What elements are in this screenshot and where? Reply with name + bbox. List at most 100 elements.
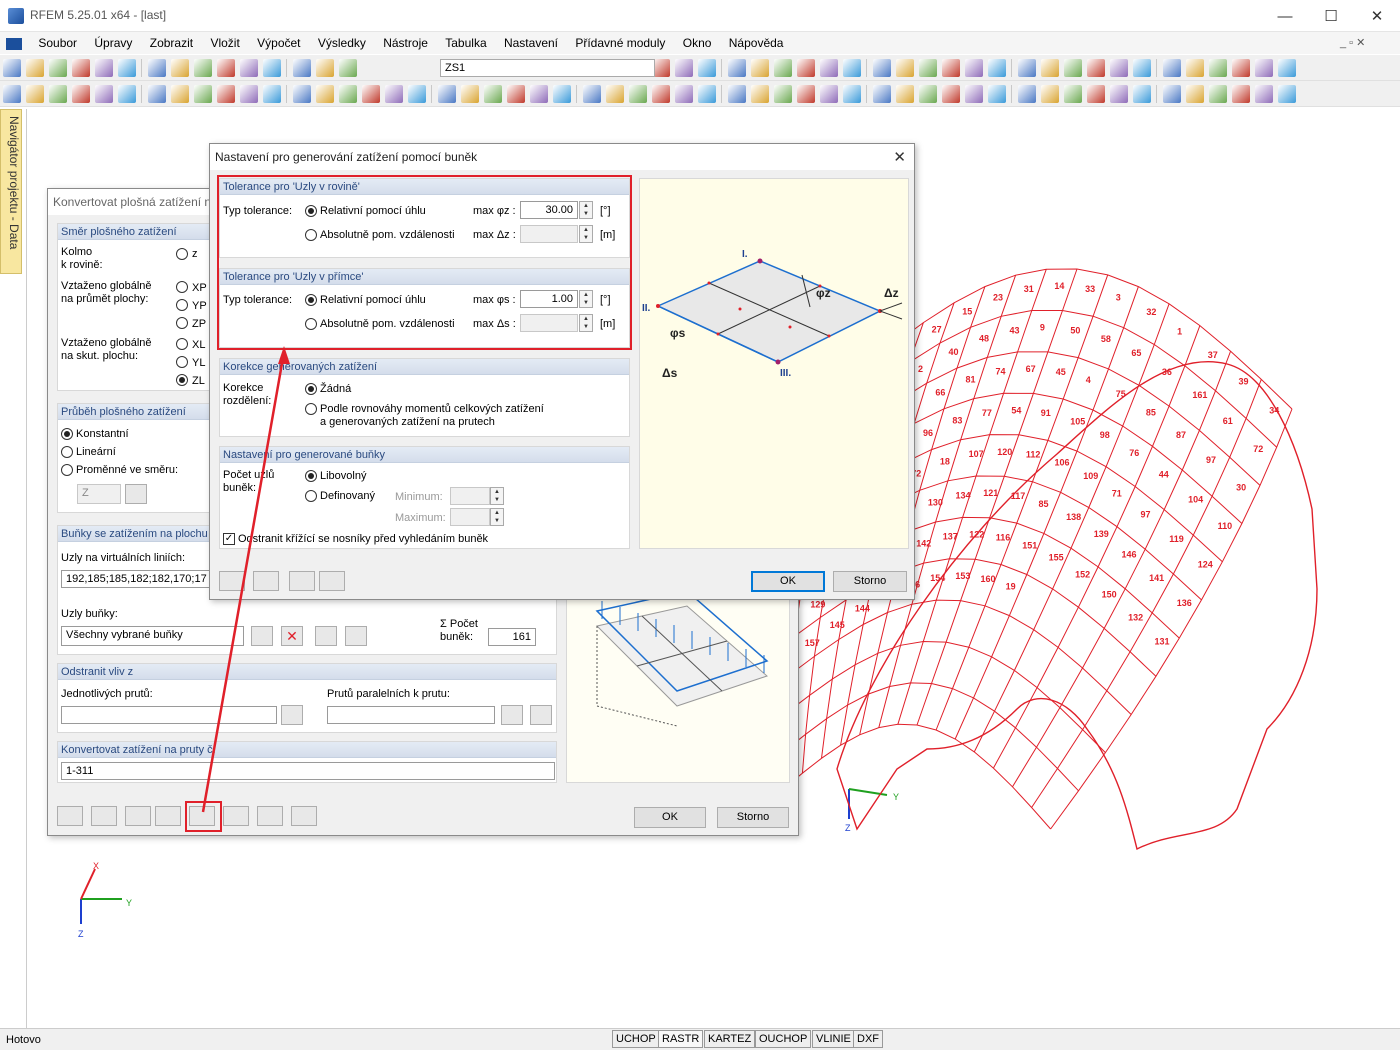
toolbar-button[interactable] — [1133, 85, 1151, 103]
parallel-members-pick-button[interactable] — [501, 705, 523, 725]
radio-nodes-defined[interactable] — [305, 490, 317, 502]
toolbar-button[interactable] — [728, 59, 746, 77]
toolbar-button[interactable] — [1041, 85, 1059, 103]
toolbar-button[interactable] — [652, 85, 670, 103]
min-input[interactable] — [450, 487, 490, 505]
toolbar-button[interactable] — [118, 59, 136, 77]
menu-upravy[interactable]: Úpravy — [87, 32, 139, 54]
save-button[interactable] — [155, 806, 181, 826]
toolbar-button[interactable] — [1018, 59, 1036, 77]
mdi-window-controls[interactable]: _ ▫ ✕ — [1340, 36, 1400, 49]
remove-crossing-checkbox[interactable]: ✓ — [223, 533, 235, 545]
radio-correction-none[interactable] — [305, 383, 317, 395]
toolbar-button[interactable] — [49, 59, 67, 77]
radio-xp[interactable] — [176, 281, 188, 293]
radio-zl[interactable] — [176, 374, 188, 386]
cell-settings-close-icon[interactable]: ✕ — [893, 148, 906, 166]
max-spinner[interactable]: ▲ ▼ — [490, 508, 504, 526]
toolbar-button[interactable] — [49, 85, 67, 103]
toolbar-button[interactable] — [583, 85, 601, 103]
cell-export-button[interactable] — [319, 571, 345, 591]
toolbar-button[interactable] — [965, 85, 983, 103]
menu-soubor[interactable]: Soubor — [31, 32, 84, 54]
toolbar-button[interactable] — [1232, 85, 1250, 103]
toolbar-button[interactable] — [553, 85, 571, 103]
toolbar-button[interactable] — [385, 85, 403, 103]
toolbar-button[interactable] — [1232, 59, 1250, 77]
radio-variable[interactable] — [61, 464, 73, 476]
toolbar-button[interactable] — [263, 59, 281, 77]
toolbar-button[interactable] — [919, 59, 937, 77]
menu-vlozit[interactable]: Vložit — [203, 32, 246, 54]
toolbar-button[interactable] — [240, 85, 258, 103]
toolbar-button[interactable] — [896, 59, 914, 77]
menu-okno[interactable]: Okno — [676, 32, 719, 54]
cell-help-button[interactable] — [219, 571, 245, 591]
toolbar-button[interactable] — [194, 85, 212, 103]
toolbar-button[interactable] — [316, 85, 334, 103]
units-button[interactable] — [91, 806, 117, 826]
toolbar-button[interactable] — [3, 85, 21, 103]
toolbar-button[interactable] — [1087, 85, 1105, 103]
radio-constant[interactable] — [61, 428, 73, 440]
toolbar-button[interactable] — [1110, 85, 1128, 103]
menu-zobrazit[interactable]: Zobrazit — [143, 32, 200, 54]
view-button[interactable] — [257, 806, 283, 826]
toolbar-button[interactable] — [698, 59, 716, 77]
cell-import-button[interactable] — [289, 571, 315, 591]
direction-select[interactable]: Z — [77, 484, 121, 504]
minimize-button[interactable]: — — [1262, 0, 1308, 32]
toolbar-button[interactable] — [843, 59, 861, 77]
toolbar-button[interactable] — [530, 85, 548, 103]
toolbar-button[interactable] — [171, 59, 189, 77]
toolbar-button[interactable] — [171, 85, 189, 103]
toolbar-button[interactable] — [148, 59, 166, 77]
toolbar-button[interactable] — [339, 59, 357, 77]
toolbar-button[interactable] — [942, 59, 960, 77]
toolbar-button[interactable] — [988, 59, 1006, 77]
radio-linear[interactable] — [61, 446, 73, 458]
menu-vysledky[interactable]: Výsledky — [311, 32, 373, 54]
toolbar-button[interactable] — [26, 85, 44, 103]
status-kartez[interactable]: KARTEZ — [704, 1030, 756, 1048]
toolbar-button[interactable] — [194, 59, 212, 77]
toolbar-button[interactable] — [217, 85, 235, 103]
toolbar-button[interactable] — [1186, 85, 1204, 103]
toolbar-button[interactable] — [873, 85, 891, 103]
delete-cells-icon[interactable]: ✕ — [281, 626, 303, 646]
toolbar-button[interactable] — [751, 85, 769, 103]
toolbar-button[interactable] — [1278, 59, 1296, 77]
radio-zp[interactable] — [176, 317, 188, 329]
toolbar-button[interactable] — [316, 59, 334, 77]
radio-yl[interactable] — [176, 356, 188, 368]
toolbar-button[interactable] — [461, 85, 479, 103]
min-spinner[interactable]: ▲ ▼ — [490, 487, 504, 505]
menu-napoveda[interactable]: Nápověda — [722, 32, 791, 54]
convert-members-input[interactable]: 1-311 — [61, 762, 555, 780]
toolbar-button[interactable] — [1255, 85, 1273, 103]
cell-cancel-button[interactable]: Storno — [833, 571, 907, 592]
toolbar-button[interactable] — [408, 85, 426, 103]
toolbar-button[interactable] — [728, 85, 746, 103]
menu-tabulka[interactable]: Tabulka — [438, 32, 493, 54]
toolbar-button[interactable] — [1133, 59, 1151, 77]
toolbar-button[interactable] — [1041, 59, 1059, 77]
cell-nodes-select[interactable]: Všechny vybrané buňky — [61, 626, 244, 646]
menu-pridavne-moduly[interactable]: Přídavné moduly — [568, 32, 672, 54]
maximize-button[interactable]: ☐ — [1308, 0, 1354, 32]
navigator-tab[interactable]: Navigátor projektu - Data — [0, 109, 22, 274]
toolbar-button[interactable] — [675, 59, 693, 77]
menu-nastaveni[interactable]: Nastavení — [497, 32, 565, 54]
toolbar-button[interactable] — [751, 59, 769, 77]
toolbar-button[interactable] — [293, 85, 311, 103]
status-dxf[interactable]: DXF — [853, 1030, 883, 1048]
toolbar-button[interactable] — [629, 85, 647, 103]
toolbar-button[interactable] — [339, 85, 357, 103]
toolbar-button[interactable] — [698, 85, 716, 103]
radio-yp[interactable] — [176, 299, 188, 311]
toolbar-button[interactable] — [942, 85, 960, 103]
convert-cancel-button[interactable]: Storno — [717, 807, 789, 828]
toolbar-button[interactable] — [3, 59, 21, 77]
toolbar-button[interactable] — [95, 85, 113, 103]
status-uchop[interactable]: UCHOP — [612, 1030, 660, 1048]
